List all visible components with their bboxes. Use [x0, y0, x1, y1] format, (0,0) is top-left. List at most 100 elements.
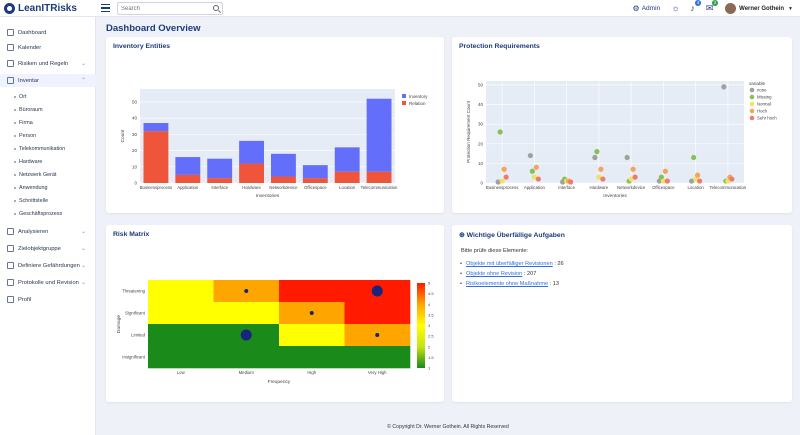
sidebar-item-inventar[interactable]: Inventar ⌃: [0, 74, 96, 87]
topbar: LeanITRisks ⚙ Admin ☼ ♪4 ✉2 Werner Gothe…: [0, 0, 800, 17]
x-tick-label: Interface: [211, 185, 228, 190]
bar-relation: [334, 171, 360, 183]
sidebar-item-gefaehrdungen[interactable]: Definiere Gefährdungen ⌄: [0, 259, 96, 272]
bar-relation: [239, 163, 264, 183]
scatter-point-hoch: [501, 166, 507, 172]
avatar[interactable]: [725, 3, 737, 14]
list-item: Objekte mit überfälliger Revisionen : 26: [460, 261, 564, 267]
sidebar-subitem-bueroraum[interactable]: Büroraum: [14, 107, 43, 113]
sidebar-item-zielobjektgruppe[interactable]: Zielobjektgruppe ⌄: [0, 242, 96, 255]
bar-relation: [366, 171, 392, 183]
sidebar-subitem-hardware[interactable]: Hardware: [14, 159, 42, 165]
chevron-down-icon: ⌄: [80, 61, 86, 67]
sidebar-item-label: Analysieren: [18, 228, 49, 235]
sidebar-item-analysieren[interactable]: Analysieren ⌄: [0, 225, 96, 238]
scatter-point-none: [721, 84, 727, 90]
sidebar-item-protokolle[interactable]: Protokolle und Revision ⌄: [0, 276, 96, 289]
sidebar-item-label: Inventar: [18, 77, 39, 84]
sidebar-item-profil[interactable]: Profil: [0, 293, 96, 306]
sidebar-subitem-person[interactable]: Person: [14, 133, 36, 139]
task-link-no-measure[interactable]: Risikoelemente ohne Maßnahme: [466, 281, 548, 287]
x-axis-label: Inventories: [603, 193, 627, 199]
chevron-up-icon: ⌃: [80, 78, 86, 84]
scatter-point-hoch: [598, 166, 604, 172]
sidebar-subitem-schnittstelle[interactable]: Schnittstelle: [14, 198, 48, 204]
sidebar-subitem-telekommunikation[interactable]: Telekommunikation: [14, 146, 65, 152]
legend-title: variable: [749, 81, 766, 86]
y-tick-label: 50: [132, 99, 138, 104]
bar-inventory: [302, 165, 328, 179]
x-tick-label: Telecommunication: [361, 185, 398, 190]
scatter-point-sehr-hoch: [697, 178, 703, 184]
sidebar-item-label: Protokolle und Revision: [18, 279, 79, 286]
x-tick-label: Application: [177, 185, 199, 190]
sidebar-item-label: Kalender: [18, 44, 42, 51]
sidebar-item-kalender[interactable]: Kalender: [0, 41, 96, 54]
logo-icon: [4, 3, 15, 14]
app-logo[interactable]: LeanITRisks: [4, 2, 77, 15]
legend-swatch: [749, 101, 755, 107]
threat-icon: [7, 262, 14, 269]
colorbar-tick-label: 2: [428, 344, 431, 349]
legend-swatch: [749, 94, 755, 100]
tasks-card: ⊕ Wichtige Überfällige Aufgaben Bitte pr…: [452, 225, 792, 402]
notifications-badge: 4: [695, 0, 702, 6]
colorbar-tick-label: 4.5: [428, 291, 434, 296]
target-group-icon: [7, 245, 14, 252]
sidebar-item-risiken[interactable]: Risiken und Regeln ⌄: [0, 57, 96, 70]
settings-icon[interactable]: ☼: [670, 3, 681, 14]
search-input[interactable]: [118, 3, 208, 15]
x-axis-label: Frequency: [268, 379, 291, 385]
log-icon: [7, 279, 14, 286]
y-tick-label: 10: [478, 161, 484, 166]
x-tick-label: Interface: [558, 185, 575, 190]
dashboard-icon: [7, 29, 14, 36]
sidebar-subitem-firma[interactable]: Firma: [14, 120, 33, 126]
inventory-bar-chart: 0 10 20 30 40 50 Businessprocess Application Int…: [120, 89, 428, 199]
scatter-point-sehr-hoch: [568, 179, 574, 185]
y-axis-label: Damage: [116, 315, 122, 333]
messages-icon[interactable]: ✉ 2: [704, 0, 719, 14]
admin-link[interactable]: ⚙ Admin: [633, 4, 661, 13]
y-tick-label: 0: [480, 181, 483, 186]
legend-swatch: [749, 108, 755, 114]
bullet-icon: [14, 135, 16, 137]
notifications-icon[interactable]: ♪ 4: [687, 0, 702, 14]
y-tick-label: 0: [134, 181, 137, 186]
search-icon[interactable]: [213, 5, 219, 11]
bar-inventory: [334, 147, 360, 172]
x-tick-label: Officespace: [304, 185, 327, 190]
heatmap-cell: [279, 346, 345, 369]
bullet-icon: [14, 200, 16, 202]
sidebar-item-label: Zielobjektgruppe: [18, 245, 61, 252]
chevron-down-icon[interactable]: ▼: [788, 6, 793, 12]
heatmap-cell: [148, 302, 214, 325]
scatter-point-none: [592, 154, 598, 161]
x-tick-label: Application: [524, 185, 546, 190]
y-tick-label: 20: [478, 141, 484, 146]
sidebar-subitem-netzwerk-geraet[interactable]: Netzwerk Gerät: [14, 172, 56, 178]
scatter-point-sehr-hoch: [535, 176, 541, 182]
colorbar-tick-label: 4: [428, 302, 431, 307]
user-name[interactable]: Werner Gothein: [739, 6, 784, 12]
task-link-no-revision[interactable]: Objekte ohne Revision: [466, 271, 522, 277]
heatmap-cell: [279, 324, 345, 347]
y-tick-label: 50: [478, 82, 484, 87]
scatter-point-missing: [497, 129, 503, 135]
calendar-icon: [7, 44, 14, 51]
x-tick-label: Networkdevice: [617, 185, 646, 190]
sidebar-item-dashboard[interactable]: Dashboard: [0, 26, 96, 39]
scatter-point-hoch: [695, 172, 701, 178]
x-tick-label: Networkdevice: [269, 185, 298, 190]
sidebar-subitem-geschaeftsprozess[interactable]: Geschäftsprozess: [14, 211, 62, 217]
page-title: Dashboard Overview: [106, 23, 201, 34]
sidebar-subitem-ort[interactable]: Ort: [14, 94, 27, 100]
colorbar: [417, 283, 425, 368]
sidebar-subitem-anwendung[interactable]: Anwendung: [14, 185, 47, 191]
menu-toggle-icon[interactable]: [101, 4, 110, 13]
x-tick-label: Low: [177, 370, 186, 375]
task-link-overdue-revisions[interactable]: Objekte mit überfälliger Revisionen: [466, 261, 553, 267]
search-box: [117, 2, 223, 15]
footer: © Copyright Dr. Werner Gothein. All Righ…: [387, 424, 509, 430]
risk-marker: [375, 333, 380, 337]
